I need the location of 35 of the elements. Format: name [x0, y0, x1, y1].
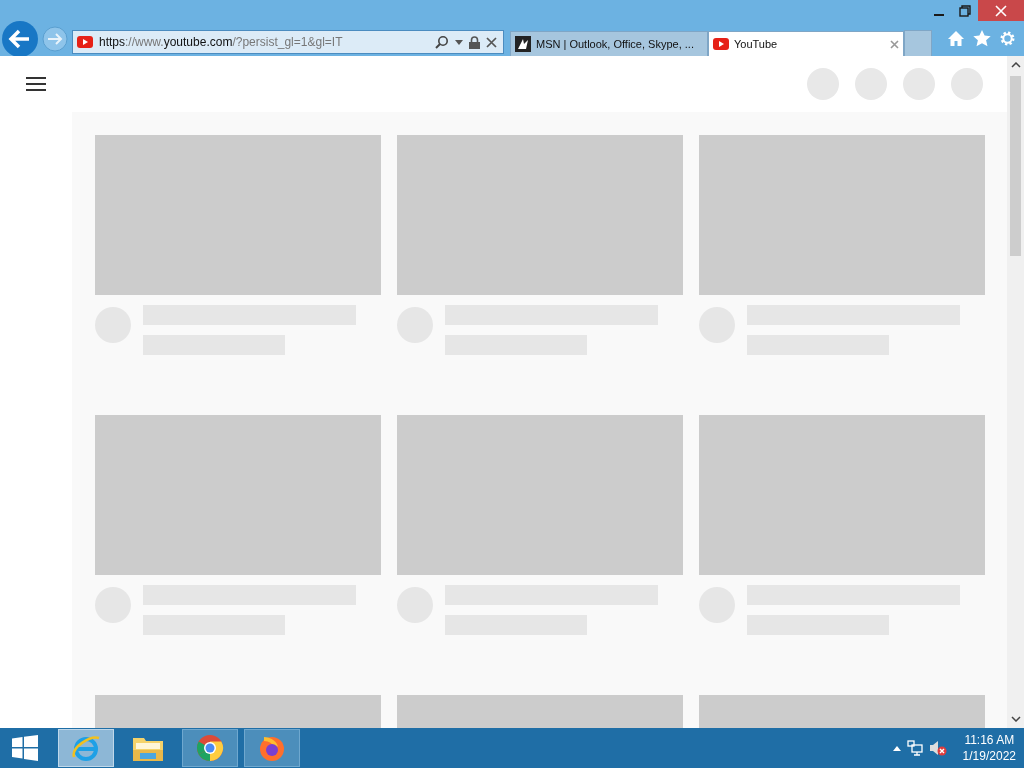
start-button[interactable] — [12, 735, 38, 761]
forward-button[interactable] — [42, 25, 68, 52]
firefox-icon — [258, 734, 286, 762]
star-icon[interactable] — [973, 30, 991, 47]
search-icon[interactable] — [435, 35, 449, 49]
scroll-up-icon[interactable] — [1010, 62, 1021, 68]
volume-muted-icon[interactable] — [928, 740, 947, 756]
scrollbar[interactable] — [1007, 56, 1024, 728]
ie-icon — [71, 733, 101, 763]
close-icon[interactable] — [486, 36, 497, 48]
date-text: 1/19/2022 — [962, 748, 1016, 764]
chrome-icon — [196, 734, 224, 762]
time-text: 11:16 AM — [964, 732, 1015, 748]
clock[interactable]: 11:16 AM 1/19/2022 — [962, 732, 1016, 764]
close-button[interactable] — [978, 0, 1024, 21]
back-button[interactable] — [2, 20, 38, 57]
butterfly-icon — [515, 36, 531, 52]
show-hidden-icons-icon[interactable] — [892, 745, 901, 751]
restore-icon — [959, 4, 971, 17]
taskbar-app[interactable] — [182, 729, 238, 767]
browser-tab[interactable]: YouTube — [708, 31, 904, 56]
close-icon — [995, 4, 1007, 17]
youtube-favicon-icon — [77, 36, 93, 48]
network-icon[interactable] — [906, 740, 923, 756]
browser-tab[interactable]: MSN | Outlook, Office, Skype, ... — [510, 31, 708, 56]
taskbar-app[interactable] — [244, 729, 300, 767]
scrollbar-thumb[interactable] — [1010, 76, 1021, 256]
caret-icon[interactable] — [455, 39, 463, 45]
lock-icon — [469, 35, 480, 49]
menu-icon[interactable] — [26, 77, 46, 91]
youtube-favicon-icon — [713, 38, 729, 50]
address-bar[interactable]: https://www.youtube.com/?persist_gl=1&gl=IT — [72, 30, 504, 54]
close-tab-icon[interactable] — [890, 39, 899, 49]
scroll-down-icon[interactable] — [1010, 716, 1021, 722]
url-text: https://www.youtube.com/?persist_gl=1&gl=IT — [99, 35, 344, 49]
